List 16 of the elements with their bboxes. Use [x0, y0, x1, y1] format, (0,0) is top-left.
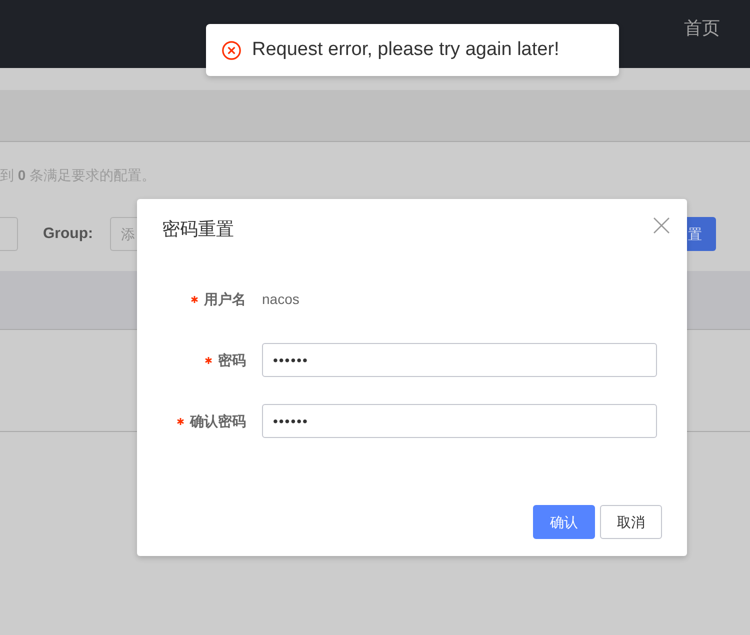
group-input-field[interactable]: 添	[110, 217, 137, 251]
error-icon	[222, 40, 241, 60]
field-label: 确认密码	[190, 412, 246, 431]
dialog-title: 密码重置	[162, 219, 234, 239]
cancel-button[interactable]: 取消	[600, 505, 662, 539]
close-icon[interactable]	[653, 217, 670, 234]
password-field[interactable]: ••••••	[262, 404, 657, 438]
username-value: nacos	[262, 290, 300, 309]
action-button[interactable]: 置	[687, 217, 716, 251]
field-label: 密码	[218, 351, 246, 370]
group-label: Group:	[43, 224, 93, 244]
password-field[interactable]: ••••••	[262, 343, 657, 377]
home-link[interactable]: 首页	[684, 17, 720, 39]
field-label: 用户名	[204, 290, 246, 309]
toast-message: Request error, please try again later!	[252, 39, 560, 61]
input-field[interactable]	[0, 217, 18, 251]
